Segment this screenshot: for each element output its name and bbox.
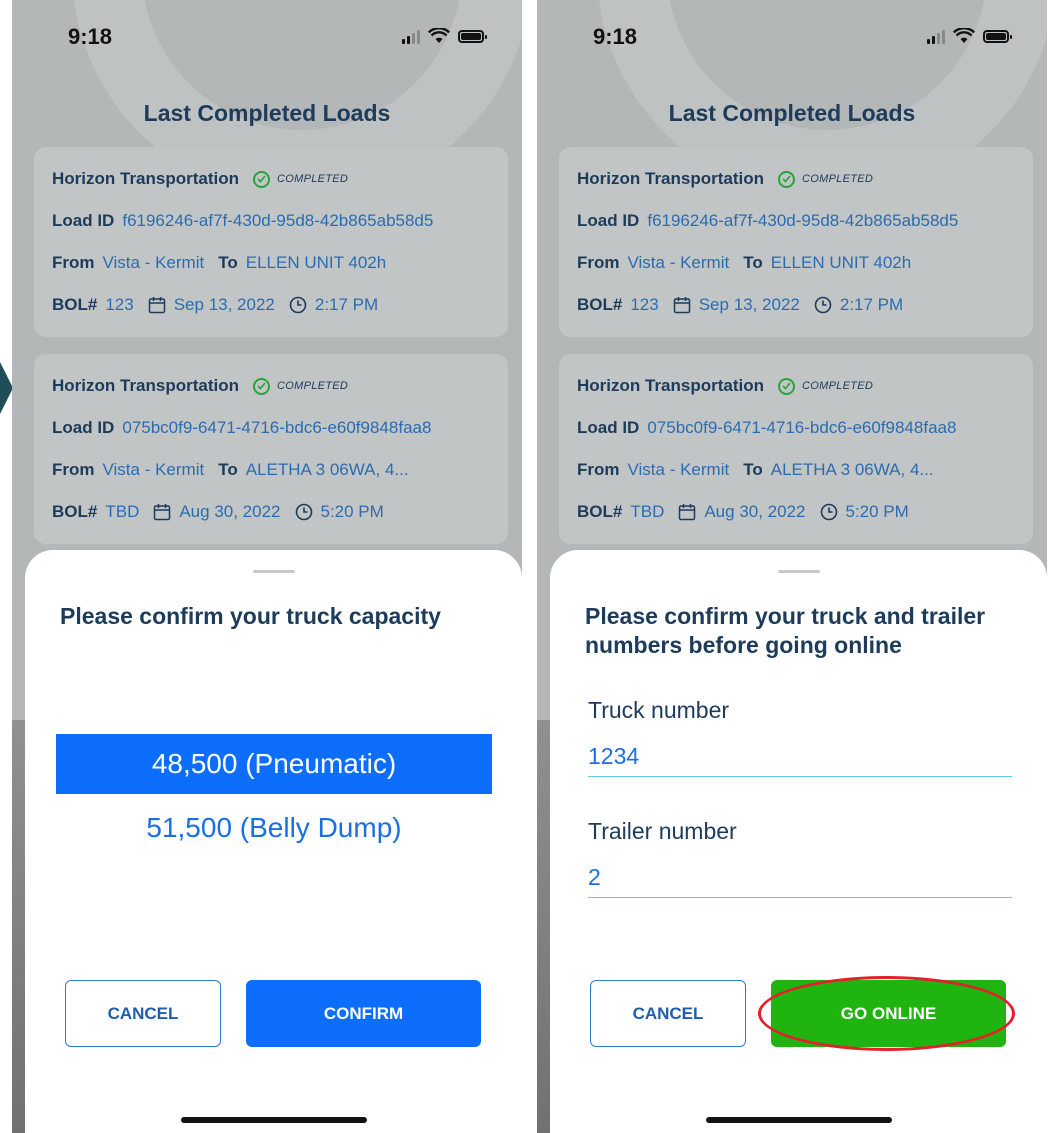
phone-screen-capacity: 9:18 Last Completed Loads Horizon Transp… — [12, 0, 522, 1133]
date-value: Sep 13, 2022 — [173, 295, 275, 314]
from-label: From — [577, 253, 620, 272]
clock-icon — [820, 503, 837, 521]
check-circle-icon — [778, 377, 795, 395]
status-time: 9:18 — [593, 24, 638, 49]
bol-value: TBD — [630, 502, 665, 521]
truck-number-label: Truck number — [588, 697, 730, 723]
from-value: Vista - Kermit — [627, 460, 730, 479]
battery-icon — [458, 29, 487, 43]
load-card[interactable]: Horizon Transportation COMPLETED Load ID… — [559, 147, 1033, 337]
confirm-button[interactable]: CONFIRM — [246, 980, 481, 1047]
wifi-icon — [953, 28, 975, 43]
to-label: To — [218, 460, 238, 479]
status-time: 9:18 — [68, 24, 113, 49]
to-label: To — [743, 460, 763, 479]
bol-value: 123 — [105, 295, 134, 314]
load-id-label: Load ID — [52, 418, 115, 437]
bol-label: BOL# — [52, 295, 98, 314]
status-badge: COMPLETED — [277, 173, 349, 185]
calendar-icon — [148, 297, 165, 314]
from-value: Vista - Kermit — [102, 253, 205, 272]
date-value: Sep 13, 2022 — [698, 295, 800, 314]
company-name: Horizon Transportation — [52, 169, 239, 188]
status-badge: COMPLETED — [277, 380, 349, 392]
company-name: Horizon Transportation — [577, 169, 764, 188]
trailer-number-label: Trailer number — [588, 818, 737, 844]
load-id-value: 075bc0f9-6471-4716-bdc6-e60f9848faa8 — [647, 418, 957, 437]
page-title: Last Completed Loads — [143, 100, 391, 126]
bol-label: BOL# — [52, 502, 98, 521]
calendar-icon — [154, 504, 171, 521]
status-bar: 9:18 — [537, 22, 1047, 52]
load-card[interactable]: Horizon Transportation COMPLETED Load ID… — [34, 354, 508, 544]
time-value: 2:17 PM — [839, 295, 904, 314]
load-id-label: Load ID — [577, 211, 640, 230]
trailer-number-input[interactable] — [588, 857, 1012, 898]
load-id-value: f6196246-af7f-430d-95d8-42b865ab58d5 — [647, 211, 959, 230]
bol-label: BOL# — [577, 502, 623, 521]
calendar-icon — [673, 297, 690, 314]
to-label: To — [743, 253, 763, 272]
to-value: ALETHA 3 06WA, 4... — [770, 460, 934, 479]
date-value: Aug 30, 2022 — [704, 502, 806, 521]
load-id-value: f6196246-af7f-430d-95d8-42b865ab58d5 — [122, 211, 434, 230]
from-label: From — [577, 460, 620, 479]
company-name: Horizon Transportation — [52, 376, 239, 395]
to-value: ELLEN UNIT 402h — [770, 253, 912, 272]
from-value: Vista - Kermit — [627, 253, 730, 272]
to-value: ELLEN UNIT 402h — [245, 253, 387, 272]
time-value: 2:17 PM — [314, 295, 379, 314]
sheet-title: Please confirm your truck capacity — [60, 603, 441, 629]
check-circle-icon — [253, 170, 270, 188]
load-id-label: Load ID — [577, 418, 640, 437]
clock-icon — [295, 503, 312, 521]
clock-icon — [289, 296, 307, 314]
bol-value: TBD — [105, 502, 140, 521]
go-online-button[interactable]: GO ONLINE — [771, 980, 1006, 1047]
capacity-option-belly-dump[interactable]: 51,500 (Belly Dump) — [56, 798, 492, 858]
sheet-drag-handle[interactable] — [777, 570, 820, 573]
to-label: To — [218, 253, 238, 272]
from-label: From — [52, 460, 95, 479]
truck-number-input[interactable] — [588, 736, 1012, 777]
check-circle-icon — [253, 377, 270, 395]
from-label: From — [52, 253, 95, 272]
truck-trailer-bottom-sheet: Please confirm your truck and trailer nu… — [550, 550, 1047, 1133]
clock-icon — [814, 296, 832, 314]
battery-icon — [983, 29, 1012, 43]
load-card[interactable]: Horizon Transportation COMPLETED Load ID… — [559, 354, 1033, 544]
capacity-option-pneumatic[interactable]: 48,500 (Pneumatic) — [56, 734, 492, 794]
sheet-title: Please confirm your truck and trailer nu… — [585, 603, 986, 658]
home-indicator — [180, 1117, 367, 1123]
status-bar: 9:18 — [12, 22, 522, 52]
load-id-label: Load ID — [52, 211, 115, 230]
date-value: Aug 30, 2022 — [179, 502, 281, 521]
status-badge: COMPLETED — [802, 380, 874, 392]
cancel-button[interactable]: CANCEL — [590, 980, 746, 1047]
from-value: Vista - Kermit — [102, 460, 205, 479]
load-id-value: 075bc0f9-6471-4716-bdc6-e60f9848faa8 — [122, 418, 432, 437]
home-indicator — [705, 1117, 892, 1123]
load-card[interactable]: Horizon Transportation COMPLETED Load ID… — [34, 147, 508, 337]
bol-label: BOL# — [577, 295, 623, 314]
to-value: ALETHA 3 06WA, 4... — [245, 460, 409, 479]
wifi-icon — [428, 28, 450, 43]
time-value: 5:20 PM — [845, 502, 909, 521]
capacity-bottom-sheet: Please confirm your truck capacity 48,50… — [25, 550, 522, 1133]
company-name: Horizon Transportation — [577, 376, 764, 395]
cellular-signal-icon — [927, 28, 945, 44]
sheet-drag-handle[interactable] — [252, 570, 295, 573]
bol-value: 123 — [630, 295, 659, 314]
phone-screen-go-online: 9:18 Last Completed Loads Horizon Transp… — [537, 0, 1047, 1133]
page-title: Last Completed Loads — [668, 100, 916, 126]
time-value: 5:20 PM — [320, 502, 384, 521]
check-circle-icon — [778, 170, 795, 188]
status-badge: COMPLETED — [802, 173, 874, 185]
calendar-icon — [679, 504, 696, 521]
cancel-button[interactable]: CANCEL — [65, 980, 221, 1047]
cellular-signal-icon — [402, 28, 420, 44]
